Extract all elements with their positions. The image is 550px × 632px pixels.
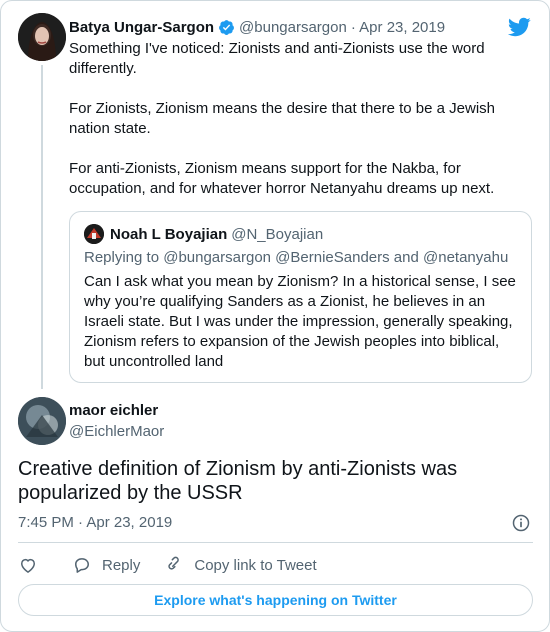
reply-icon [75,558,89,573]
link-icon [168,556,180,570]
author-handle[interactable]: @bungarsargon [239,19,347,36]
heart-icon [21,558,35,573]
quoted-tweet[interactable]: Noah L Boyajian @N_Boyajian Replying to … [69,211,532,383]
tweet-timestamp[interactable]: 7:45 PM · Apr 23, 2019 [18,514,172,531]
reply-label: Reply [102,556,141,574]
avatar [84,224,104,244]
info-icon[interactable] [511,513,531,533]
tweet-text: Creative definition of Zionism by anti-Z… [18,458,458,504]
replying-to: Replying to @bungarsargon @BernieSanders… [84,249,509,266]
quoted-tweet-header: Noah L Boyajian @N_Boyajian [84,224,323,244]
quoted-author-name: Noah L Boyajian [110,225,228,243]
verified-icon [218,19,235,36]
avatar[interactable] [18,13,66,61]
reply-button[interactable]: Reply [72,555,140,575]
parent-tweet-header: Batya Ungar-Sargon @bungarsargon · Apr 2… [69,17,445,37]
quoted-tweet-text: Can I ask what you mean by Zionism? In a… [84,273,516,370]
author-name[interactable]: Batya Ungar-Sargon [69,19,214,36]
avatar[interactable] [18,397,66,445]
tweet-date[interactable]: · Apr 23, 2019 [351,19,445,36]
divider [18,542,533,543]
explore-button[interactable]: Explore what's happening on Twitter [18,584,533,616]
copy-link-label: Copy link to Tweet [194,556,317,574]
thread-line [41,65,43,389]
twitter-logo-icon[interactable] [507,15,531,39]
tweet-card: Batya Ungar-Sargon @bungarsargon · Apr 2… [0,0,550,632]
like-button[interactable] [18,555,48,575]
copy-link-button[interactable]: Copy link to Tweet [164,555,317,575]
tweet-actions: Reply Copy link to Tweet [18,554,341,576]
quoted-author-handle: @N_Boyajian [231,225,324,243]
author-handle[interactable]: @EichlerMaor [69,423,164,440]
parent-tweet-text: Something I've noticed: Zionists and ant… [69,40,496,197]
author-name[interactable]: maor eichler [69,402,158,419]
